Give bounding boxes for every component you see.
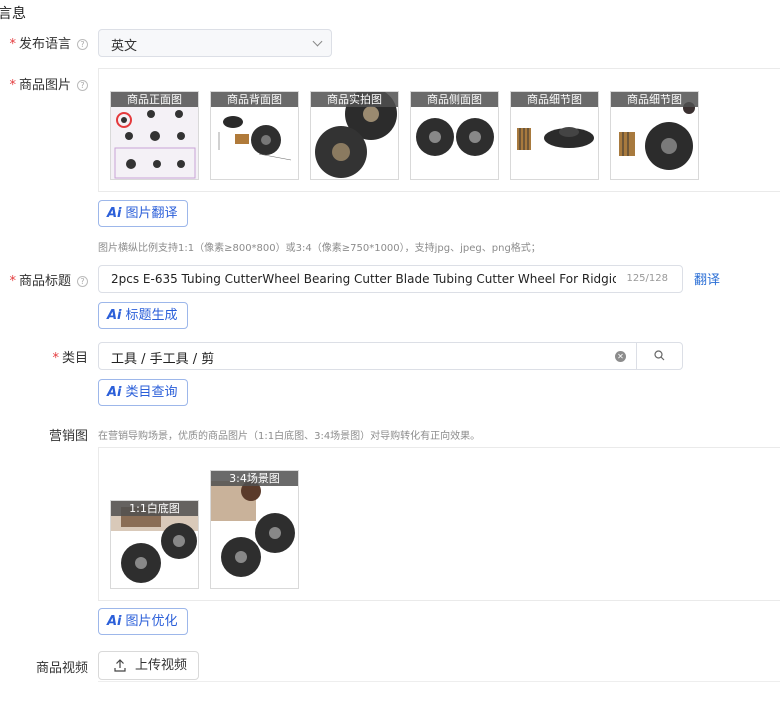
help-icon[interactable]: ? <box>77 80 88 91</box>
ai-icon: Ai <box>107 614 122 629</box>
ai-icon: Ai <box>107 385 122 400</box>
images-label: * 商品图片? <box>0 74 88 93</box>
thumb-caption: 商品侧面图 <box>411 92 498 107</box>
thumb-caption: 商品细节图 <box>511 92 598 107</box>
upload-icon <box>114 659 126 672</box>
thumb-caption: 商品背面图 <box>211 92 298 107</box>
marketing-label: 营销图 <box>48 429 88 444</box>
marketing-hint: 在营销导购场景，优质的商品图片（1:1白底图、3:4场景图）对导购转化有正向效果… <box>98 431 481 442</box>
image-format-hint: 图片横纵比例支持1:1（像素≥800*800）或3:4（像素≥750*1000）… <box>98 243 541 254</box>
marketing-image-thumb[interactable]: 3:4场景图 <box>210 470 299 589</box>
ai-icon: Ai <box>107 206 122 221</box>
product-image-thumb[interactable]: 商品侧面图 <box>410 91 499 180</box>
title-label: * 商品标题? <box>0 270 88 289</box>
char-count: 125/128 <box>626 273 668 284</box>
upload-video-button[interactable]: 上传视频 <box>98 651 199 680</box>
product-images-panel: 商品正面图 商品背面图 商品实拍图 商品侧面图 商品细节图 商品细节图 <box>98 68 780 192</box>
marketing-image-thumb[interactable]: 1:1白底图 <box>110 500 199 589</box>
image-translate-button[interactable]: Ai 图片翻译 <box>98 200 188 227</box>
video-label: 商品视频 <box>35 661 88 676</box>
divider <box>98 681 780 682</box>
chevron-down-icon <box>312 36 323 47</box>
clear-icon[interactable]: ✕ <box>615 351 626 362</box>
thumb-caption: 商品正面图 <box>111 92 198 107</box>
help-icon[interactable]: ? <box>77 276 88 287</box>
category-query-button[interactable]: Ai 类目查询 <box>98 379 188 406</box>
language-label: * 发布语言? <box>0 33 88 52</box>
thumb-caption: 商品细节图 <box>611 92 698 107</box>
thumb-caption: 1:1白底图 <box>111 501 198 516</box>
category-label: * 类目 <box>52 351 88 366</box>
language-select[interactable]: 英文 <box>98 29 332 57</box>
category-search-button[interactable] <box>636 343 683 369</box>
search-icon <box>654 350 665 361</box>
product-image-thumb[interactable]: 商品实拍图 <box>310 91 399 180</box>
product-image-thumb[interactable]: 商品细节图 <box>610 91 699 180</box>
section-title: 言息 <box>0 6 26 22</box>
category-input[interactable]: 工具 / 手工具 / 剪 ✕ <box>98 342 683 370</box>
marketing-image <box>211 471 298 588</box>
marketing-images-panel: 1:1白底图 3:4场景图 <box>98 447 780 601</box>
title-generate-button[interactable]: Ai 标题生成 <box>98 302 188 329</box>
thumb-caption: 3:4场景图 <box>211 471 298 486</box>
ai-icon: Ai <box>107 308 122 323</box>
image-optimize-button[interactable]: Ai 图片优化 <box>98 608 188 635</box>
title-input[interactable]: 2pcs E-635 Tubing CutterWheel Bearing Cu… <box>98 265 683 293</box>
product-image-thumb[interactable]: 商品背面图 <box>210 91 299 180</box>
thumb-caption: 商品实拍图 <box>311 92 398 107</box>
translate-link[interactable]: 翻译 <box>694 269 720 288</box>
product-image-thumb[interactable]: 商品细节图 <box>510 91 599 180</box>
help-icon[interactable]: ? <box>77 39 88 50</box>
product-image-thumb[interactable]: 商品正面图 <box>110 91 199 180</box>
